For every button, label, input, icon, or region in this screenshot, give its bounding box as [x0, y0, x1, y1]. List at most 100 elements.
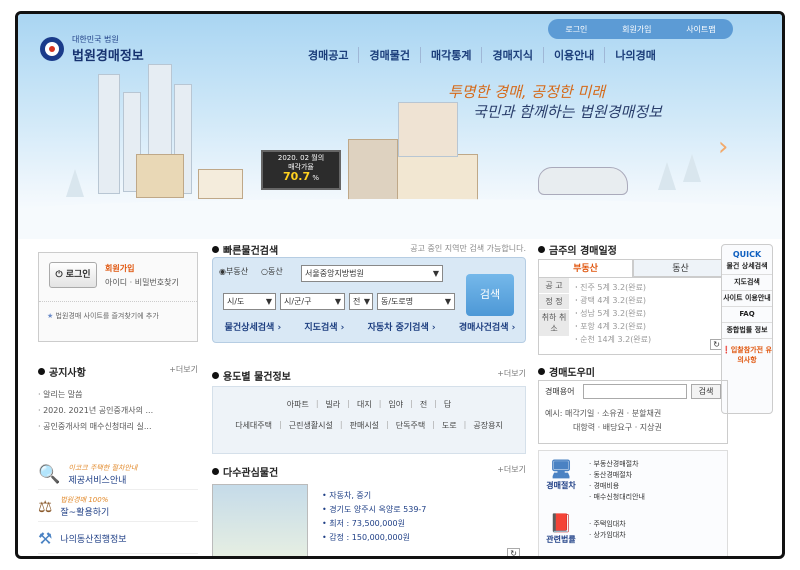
link-mv-procedure[interactable]: 동산경매절차 — [589, 470, 645, 481]
link-store-lease[interactable]: 상가임대차 — [589, 530, 625, 541]
promo-usage-tips[interactable]: ⚖ 법원경매 100% 잘~활용하기 — [38, 492, 198, 522]
notice-item[interactable]: · 알리는 말씀 — [38, 387, 198, 403]
sign-rate: 70.7 — [282, 170, 311, 183]
chevron-down-icon: ▼ — [334, 297, 341, 306]
notice-item[interactable]: · 공인중개사의 매수신청대리 실... — [38, 419, 198, 435]
use-villa[interactable]: 빌라 — [326, 399, 341, 410]
magnifier-icon: 🔍 — [38, 464, 61, 485]
tab-movable[interactable]: 동산 — [633, 259, 728, 277]
use-neighborhood[interactable]: 근린생활시설 — [289, 420, 333, 431]
list-item[interactable]: · 광택 4계 3.2(완료) — [575, 294, 651, 307]
related-panel: 🖥경매절차 부동산경매절차 동산경매절차 경매비용 매수신청대리안내 📕관련법률… — [538, 450, 728, 556]
search-button[interactable]: 검색 — [466, 274, 514, 316]
bullet-icon — [538, 246, 545, 253]
nav-auction-items[interactable]: 경매물건 — [358, 47, 419, 63]
promo-service-guide[interactable]: 🔍 이코크 주택한 절차안내 제공서비스안내 — [38, 460, 198, 490]
util-sitemap-link[interactable]: 사이트맵 — [686, 24, 715, 35]
util-join-link[interactable]: 회원가입 — [622, 24, 651, 35]
sign-unit: % — [312, 174, 320, 182]
car-illustration — [538, 167, 628, 195]
radio-real-estate[interactable]: ◉부동산 — [219, 266, 248, 277]
use-forest[interactable]: 임야 — [388, 399, 403, 410]
util-login-link[interactable]: 로그인 — [565, 24, 587, 35]
link-proxy[interactable]: 매수신청대리안내 — [589, 492, 645, 503]
notice-more-link[interactable]: +더보기 — [169, 364, 198, 375]
law-link[interactable]: 📕 관련법률 — [543, 513, 579, 545]
site-logo[interactable]: 대한민국 법원 법원경매정보 — [38, 34, 144, 64]
slogan-line-1: 투명한 경매, 공정한 미래 — [448, 83, 606, 101]
quick-menu: QUICK 물건 상세검색 지도검색 사이트 이용안내 FAQ 종합법률 정보 … — [721, 244, 773, 414]
logo-title: 법원경매정보 — [72, 49, 144, 64]
tab-car-search[interactable]: 자동차 중기검색 › — [368, 320, 436, 333]
tab-detail-search[interactable]: 물건상세검색 › — [225, 320, 282, 333]
interest-min-price: • 최저 : 73,500,000원 — [322, 519, 405, 528]
bullet-icon — [212, 372, 219, 379]
use-detached[interactable]: 단독주택 — [396, 420, 425, 431]
link-house-lease[interactable]: 주택임대차 — [589, 519, 625, 530]
nav-auction-notice[interactable]: 경매공고 — [298, 47, 358, 63]
chevron-down-icon: ▼ — [444, 297, 451, 306]
nav-my-auction[interactable]: 나의경매 — [604, 47, 665, 63]
browser-frame: 2020. 02 월의 매각가율 70.7 % 대한민국 법원 법원경매정보 로… — [15, 11, 785, 559]
star-icon: ★ — [47, 312, 54, 320]
next-slide-icon[interactable]: › — [718, 132, 728, 162]
bid-guide-link[interactable]: ❗입찰참가전 유의사항 — [722, 345, 772, 365]
week-title: 금주의 경매일정 — [549, 246, 617, 257]
nav-user-guide[interactable]: 이용안내 — [542, 47, 604, 63]
jeon-select[interactable]: 전 ▼ — [349, 293, 373, 310]
tab-real-estate[interactable]: 부동산 — [538, 259, 633, 277]
login-button[interactable]: ⏻ 로그인 — [49, 262, 97, 288]
sido-select[interactable]: 시/도 ▼ — [223, 293, 276, 310]
side-cancel[interactable]: 취하 취소 — [539, 310, 569, 337]
side-correction[interactable]: 정 정 — [539, 294, 569, 310]
procedure-link[interactable]: 🖥 경매절차 — [543, 459, 579, 491]
interest-more-link[interactable]: +더보기 — [497, 464, 526, 475]
usage-panel: 용도별 물건정보 +더보기 아파트 | 빌라 | 대지 | 임야 | 전 | 답 다세대주… — [212, 368, 526, 460]
hero-banner: 2020. 02 월의 매각가율 70.7 % 대한민국 법원 법원경매정보 로… — [18, 14, 782, 239]
usage-more-link[interactable]: +더보기 — [497, 368, 526, 379]
tab-map-search[interactable]: 지도검색 › — [304, 320, 344, 333]
join-link[interactable]: 회원가입 — [105, 263, 134, 274]
list-item[interactable]: · 포항 4계 3.2(완료) — [575, 320, 651, 333]
notice-title: 공지사항 — [49, 368, 86, 379]
favorite-link[interactable]: ★ 법원경매 사이트를 즐겨찾기에 추가 — [47, 311, 159, 321]
nav-auction-knowledge[interactable]: 경매지식 — [481, 47, 542, 63]
quick-map-search[interactable]: 지도검색 — [722, 275, 772, 291]
use-multiplex[interactable]: 다세대주택 — [235, 420, 272, 431]
use-factory[interactable]: 공장용지 — [473, 420, 502, 431]
quick-site-guide[interactable]: 사이트 이용안내 — [722, 291, 772, 307]
list-item[interactable]: · 진주 5계 3.2(완료) — [575, 281, 651, 294]
side-notice[interactable]: 공 고 — [539, 278, 569, 294]
term-input[interactable] — [583, 384, 687, 399]
interest-type[interactable]: • 자동차, 중기 — [322, 489, 426, 503]
link-cost[interactable]: 경매비용 — [589, 481, 645, 492]
usage-title: 용도별 물건정보 — [223, 372, 291, 383]
use-field[interactable]: 전 — [420, 399, 427, 410]
sigungu-select[interactable]: 시/군/구 ▼ — [280, 293, 345, 310]
term-search-button[interactable]: 검색 — [691, 384, 721, 399]
radio-movable[interactable]: ○동산 — [261, 266, 283, 277]
tab-case-search[interactable]: 경매사건검색 › — [459, 320, 516, 333]
hammer-icon: ⚒ — [38, 529, 53, 548]
link-re-procedure[interactable]: 부동산경매절차 — [589, 459, 645, 470]
dong-select[interactable]: 동/도로명 ▼ — [377, 293, 455, 310]
list-item[interactable]: · 순천 14계 3.2(완료) — [575, 333, 651, 346]
term-examples-1: 예시: 매각기일 · 소유권 · 분할채권 — [545, 409, 662, 418]
quick-law-info[interactable]: 종합법률 정보 — [722, 323, 772, 339]
refresh-icon[interactable]: ↻ — [507, 548, 520, 556]
use-road[interactable]: 도로 — [442, 420, 457, 431]
use-land[interactable]: 대지 — [357, 399, 372, 410]
list-item[interactable]: · 성남 5계 3.2(완료) — [575, 307, 651, 320]
use-paddy[interactable]: 답 — [444, 399, 451, 410]
notice-item[interactable]: · 2020. 2021년 공인중개사의 ... — [38, 403, 198, 419]
find-account-link[interactable]: 아이디 · 비밀번호찾기 — [105, 277, 179, 288]
quick-detail-search[interactable]: 물건 상세검색 — [722, 259, 772, 275]
gavel-icon: ⚖ — [38, 497, 53, 516]
court-select[interactable]: 서울중앙지방법원 ▼ — [301, 265, 443, 282]
promo-my-execution[interactable]: ⚒ 나의동산집행정보 — [38, 524, 198, 554]
use-retail[interactable]: 판매시설 — [350, 420, 379, 431]
quick-faq[interactable]: FAQ — [722, 307, 772, 323]
nav-sale-stats[interactable]: 매각통계 — [419, 47, 481, 63]
use-apartment[interactable]: 아파트 — [287, 399, 309, 410]
map-thumbnail[interactable] — [212, 484, 308, 556]
